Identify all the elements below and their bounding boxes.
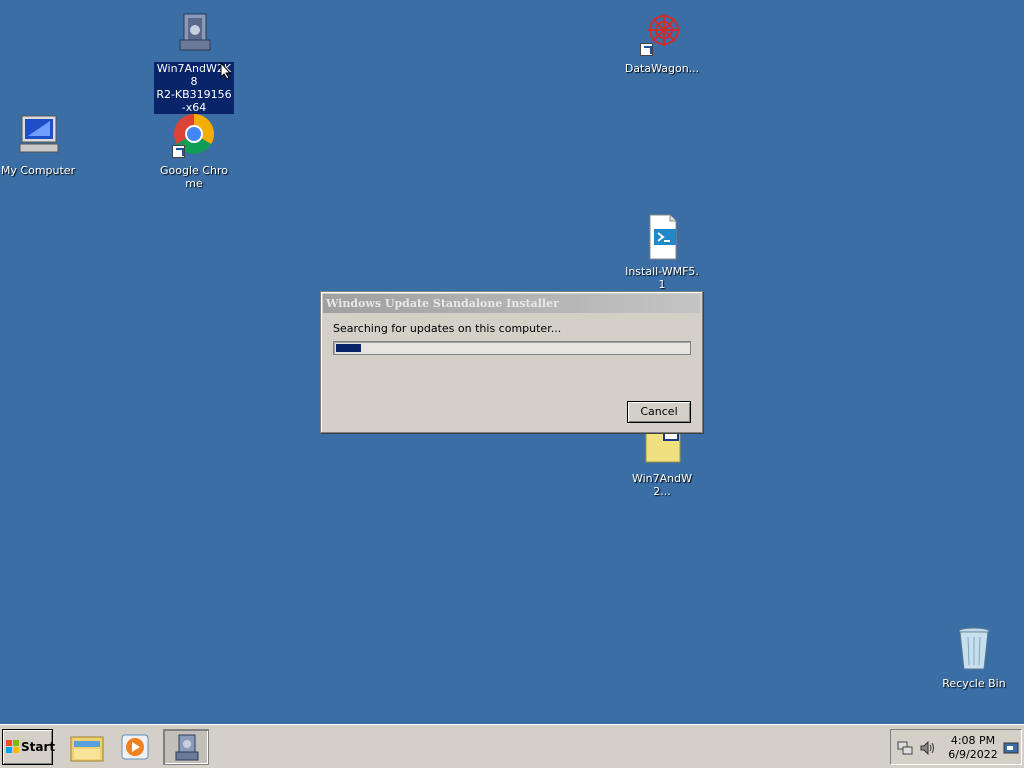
datawagon-icon [638,10,686,58]
chrome-icon [170,112,218,160]
mouse-cursor-icon [220,62,232,80]
desktop-icon-datawagon[interactable]: DataWagon... [622,10,702,75]
cancel-button[interactable]: Cancel [627,401,691,423]
network-icon[interactable] [897,740,913,756]
installer-package-icon [170,10,218,58]
desktop-icon-install-wmf[interactable]: Install-WMF5.1 [622,213,702,291]
powershell-script-icon [638,213,686,261]
desktop-icon-label: Install-WMF5.1 [625,265,699,291]
desktop-icon-my-computer[interactable]: My Computer [0,112,78,177]
desktop-icon-chrome[interactable]: Google Chrome [154,112,234,190]
taskbar: Start 4:08 PM 6/9/2022 [0,724,1024,768]
start-label: Start [21,740,56,754]
clock[interactable]: 4:08 PM 6/9/2022 [943,734,1003,762]
start-button[interactable]: Start [2,729,56,765]
progress-fill [336,344,361,352]
installer-package-icon [175,734,199,761]
recycle-bin-icon [950,625,998,673]
dialog-title[interactable]: Windows Update Standalone Installer [323,294,700,313]
desktop-icon-label: My Computer [0,164,76,177]
clock-date: 6/9/2022 [948,748,998,761]
media-player-icon [121,734,149,760]
taskbar-media-player-button[interactable] [112,729,158,765]
volume-icon[interactable] [919,740,935,756]
update-installer-dialog: Windows Update Standalone Installer Sear… [320,291,703,433]
desktop-icon-label: Win7AndW2... [631,472,693,498]
desktop-icon-recycle-bin[interactable]: Recycle Bin [934,625,1014,690]
computer-icon [14,112,62,160]
taskbar-explorer-button[interactable] [64,729,110,765]
system-tray: 4:08 PM 6/9/2022 [890,729,1022,765]
shortcut-arrow-icon [640,43,653,56]
explorer-icon [70,736,104,762]
desktop-icon-label: Recycle Bin [942,677,1006,690]
desktop-icon-label: Google Chrome [160,164,228,190]
windows-flag-icon [6,740,19,753]
shortcut-arrow-icon [172,145,185,158]
taskbar-installer-button[interactable] [163,729,209,765]
clock-time: 4:08 PM [950,734,996,747]
status-text: Searching for updates on this computer..… [333,322,562,335]
show-desktop-icon[interactable] [1003,740,1019,756]
desktop-icon-label: DataWagon... [624,62,700,75]
progress-bar [333,341,691,355]
